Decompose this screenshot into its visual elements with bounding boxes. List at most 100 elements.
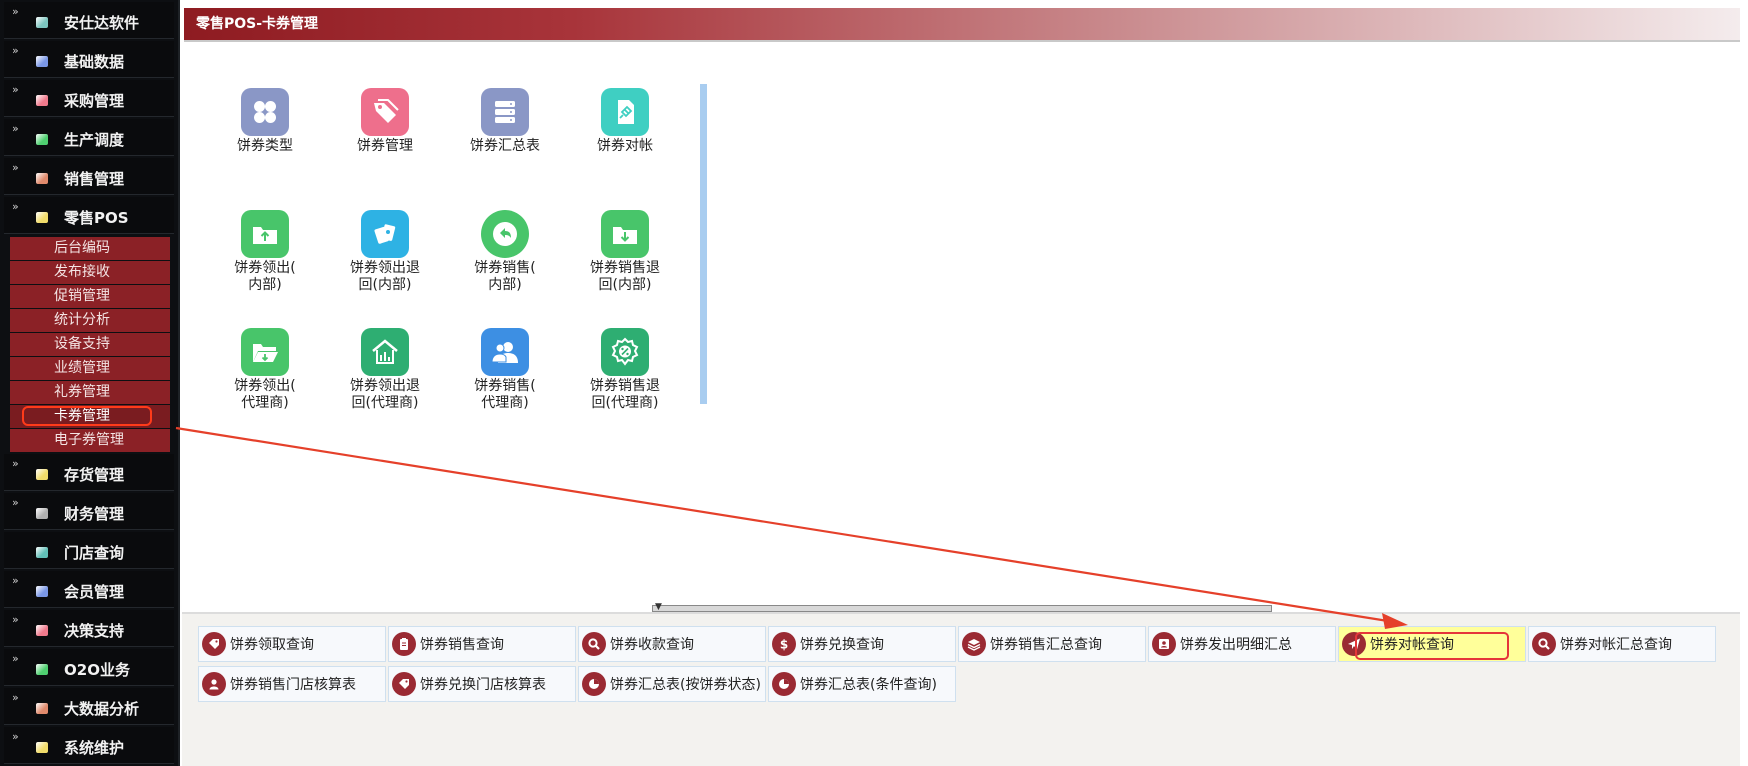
quick-button-4[interactable]: 饼券销售汇总查询	[958, 626, 1146, 662]
submenu-item[interactable]: 发布接收	[10, 261, 170, 284]
tile-label-line1: 饼券销售(	[474, 260, 536, 276]
sidebar-item-3[interactable]: » 生产调度	[4, 119, 174, 156]
tile-sale-return-internal[interactable]: 饼券销售退 回(内部)	[565, 210, 685, 292]
sidebar-item-label: 零售POS	[64, 209, 129, 227]
tile-label-line2: 回(代理商)	[351, 395, 419, 411]
quick-button-2[interactable]: 饼券收款查询	[578, 626, 766, 662]
tile-label-line1: 饼券汇总表	[470, 138, 540, 154]
module-cube-icon	[36, 703, 48, 714]
submenu-item-card-coupon[interactable]: 卡券管理	[10, 405, 170, 428]
clipboard-icon	[392, 632, 416, 656]
tile-coupon-summary[interactable]: 饼券汇总表	[445, 88, 565, 156]
tag-icon	[392, 672, 416, 696]
tile-sale-return-agent[interactable]: 饼券销售退 回(代理商)	[565, 328, 685, 410]
sidebar-item-label: 销售管理	[64, 170, 125, 188]
quick-button-label: 饼券销售汇总查询	[990, 637, 1102, 653]
tile-coupon-type[interactable]: 饼券类型	[205, 88, 325, 156]
database-icon	[481, 88, 529, 136]
tag-icon	[202, 632, 226, 656]
tile-label-line2: 回(代理商)	[591, 395, 659, 411]
chevron-icon: »	[12, 652, 19, 665]
sidebar-item-0[interactable]: » 安仕达软件	[4, 2, 174, 39]
submenu-item[interactable]: 后台编码	[10, 237, 170, 260]
quick-button-label: 饼券收款查询	[610, 637, 694, 653]
submenu-item[interactable]: 统计分析	[10, 309, 170, 332]
svg-text:$: $	[780, 638, 788, 652]
tile-label-line1: 饼券领出(	[234, 378, 296, 394]
tile-label-line2: 代理商)	[241, 395, 289, 411]
module-cube-icon	[36, 17, 48, 28]
sidebar-item-5[interactable]: » 零售POS	[4, 197, 174, 234]
quick-button-label: 饼券发出明细汇总	[1180, 637, 1292, 653]
quick-button-label: 饼券对帐汇总查询	[1560, 637, 1672, 653]
dollar-icon: $	[772, 632, 796, 656]
chevron-icon: »	[12, 5, 19, 18]
module-cube-icon	[36, 664, 48, 675]
quick-button-7[interactable]: 饼券对帐汇总查询	[1528, 626, 1716, 662]
quick-button-8[interactable]: 饼券销售门店核算表	[198, 666, 386, 702]
chevron-icon: »	[12, 613, 19, 626]
sidebar-item-1[interactable]: » 基础数据	[4, 41, 174, 78]
submenu-item[interactable]: 设备支持	[10, 333, 170, 356]
quick-button-label: 饼券汇总表(条件查询)	[800, 677, 937, 693]
tile-label-line2: 代理商)	[481, 395, 529, 411]
search-icon	[582, 632, 606, 656]
module-cube-icon	[36, 173, 48, 184]
module-cube-icon	[36, 56, 48, 67]
quick-button-label: 饼券兑换查询	[800, 637, 884, 653]
submenu-item[interactable]: 促销管理	[10, 285, 170, 308]
sidebar-item-label: 安仕达软件	[64, 14, 140, 32]
tile-label-line1: 饼券领出退	[350, 260, 420, 276]
tile-coupon-management[interactable]: 饼券管理	[325, 88, 445, 156]
submenu-item[interactable]: 电子券管理	[10, 429, 170, 452]
panel-divider	[700, 84, 707, 404]
sidebar-item-7[interactable]: » 财务管理	[4, 493, 174, 530]
highlight-ring	[22, 406, 152, 426]
submenu-item[interactable]: 礼券管理	[10, 381, 170, 404]
tile-issue-internal[interactable]: 饼券领出( 内部)	[205, 210, 325, 292]
sidebar-item-12[interactable]: » 大数据分析	[4, 688, 174, 725]
sidebar-item-label: 生产调度	[64, 131, 125, 149]
sidebar-item-label: 存货管理	[64, 466, 125, 484]
tile-label-line1: 饼券管理	[357, 138, 413, 154]
quick-button-10[interactable]: 饼券汇总表(按饼券状态)	[578, 666, 766, 702]
tile-issue-return-agent[interactable]: 饼券领出退 回(代理商)	[325, 328, 445, 410]
folder-up-icon	[241, 210, 289, 258]
highlight-ring	[1355, 632, 1509, 660]
chevron-icon: »	[12, 122, 19, 135]
sidebar-item-label: 采购管理	[64, 92, 125, 110]
sidebar-item-10[interactable]: » 决策支持	[4, 610, 174, 647]
sidebar-item-6[interactable]: » 存货管理	[4, 454, 174, 491]
tile-issue-return-internal[interactable]: 饼券领出退 回(内部)	[325, 210, 445, 292]
quick-button-11[interactable]: 饼券汇总表(条件查询)	[768, 666, 956, 702]
cards-icon	[361, 210, 409, 258]
module-cube-icon	[36, 95, 48, 106]
quick-button-1[interactable]: 饼券销售查询	[388, 626, 576, 662]
quick-button-0[interactable]: 饼券领取查询	[198, 626, 386, 662]
app-window: » 安仕达软件 » 基础数据 » 采购管理 » 生产调度 » 销售管理 » 零售POS 后台…	[0, 0, 1748, 766]
sidebar-item-13[interactable]: » 系统维护	[4, 727, 174, 764]
quick-button-9[interactable]: 饼券兑换门店核算表	[388, 666, 576, 702]
tag-icon	[361, 88, 409, 136]
sidebar-item-9[interactable]: » 会员管理	[4, 571, 174, 608]
resize-splitter[interactable]: ▼	[652, 602, 1272, 612]
undo-icon	[481, 210, 529, 258]
sidebar-item-2[interactable]: » 采购管理	[4, 80, 174, 117]
tile-issue-agent[interactable]: 饼券领出( 代理商)	[205, 328, 325, 410]
sidebar-item-11[interactable]: » O2O业务	[4, 649, 174, 686]
chevron-down-icon: ▼	[655, 602, 662, 612]
grid-icon	[241, 88, 289, 136]
sidebar-item-4[interactable]: » 销售管理	[4, 158, 174, 195]
quick-button-reconcile-query[interactable]: 饼券对帐查询	[1338, 626, 1526, 662]
submenu-item[interactable]: 业绩管理	[10, 357, 170, 380]
tile-sale-agent[interactable]: 饼券销售( 代理商)	[445, 328, 565, 410]
quick-button-3[interactable]: $ 饼券兑换查询	[768, 626, 956, 662]
quick-button-label: 饼券兑换门店核算表	[420, 677, 546, 693]
tile-sale-internal[interactable]: 饼券销售( 内部)	[445, 210, 565, 292]
tile-coupon-reconcile[interactable]: 饼券对帐	[565, 88, 685, 156]
pie-icon	[772, 672, 796, 696]
quick-button-5[interactable]: 饼券发出明细汇总	[1148, 626, 1336, 662]
sidebar-item-label: O2O业务	[64, 661, 130, 679]
sidebar-item-8[interactable]: 门店查询	[4, 532, 174, 569]
chevron-icon: »	[12, 161, 19, 174]
